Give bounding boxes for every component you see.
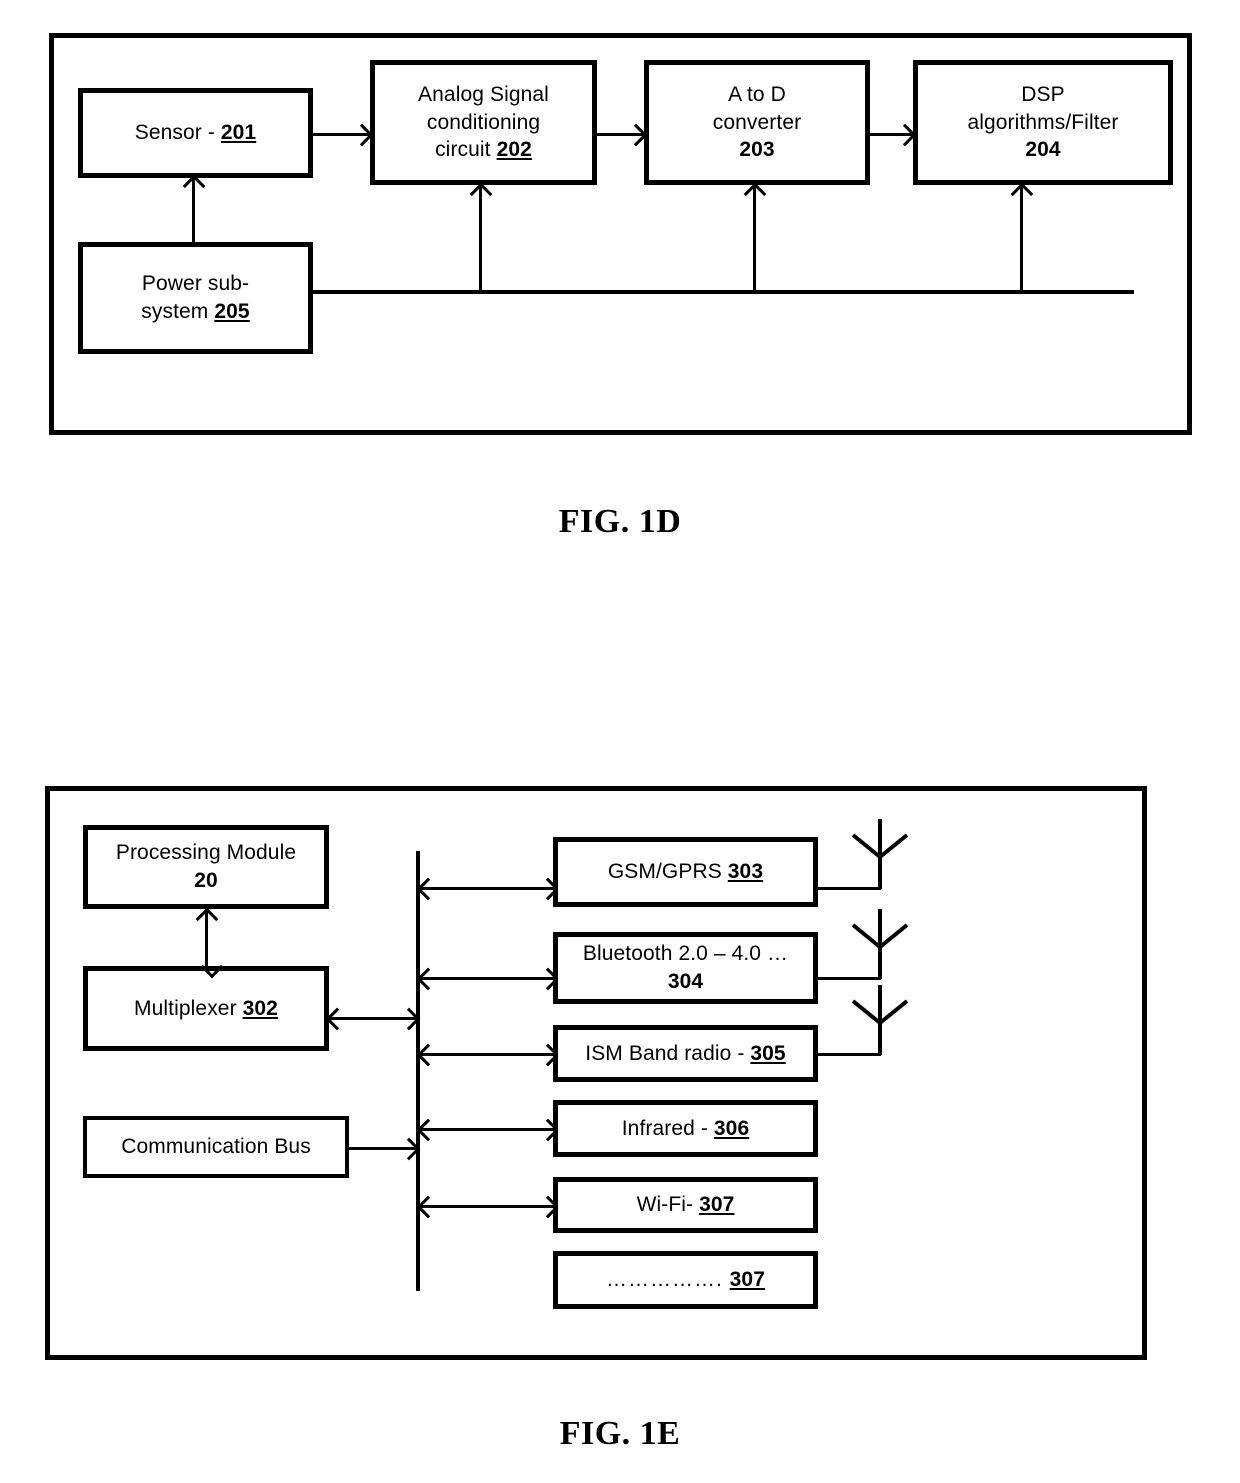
block-ism-band-radio: ISM Band radio - 305 xyxy=(553,1025,818,1082)
ref-304: 304 xyxy=(667,970,704,993)
block-processing-module: Processing Module 20 xyxy=(83,825,329,909)
block-power-line2: system 205 xyxy=(141,300,250,323)
fig-1d-frame: Sensor - 201 Analog Signal conditioning … xyxy=(49,33,1192,435)
block-other-label: ……………. 307 xyxy=(605,1268,765,1292)
block-dsp-line1: DSP xyxy=(1021,82,1065,106)
ref-305: 305 xyxy=(750,1041,786,1065)
block-adc-line1: A to D xyxy=(728,82,786,106)
block-communication-bus-label: Communication Bus xyxy=(121,1135,311,1159)
power-rail xyxy=(313,290,1134,294)
antenna-icon-bluetooth xyxy=(851,909,909,979)
block-dsp-line2: algorithms/Filter xyxy=(967,110,1119,134)
ref-306: 306 xyxy=(713,1116,750,1140)
block-analog-line1: Analog Signal xyxy=(418,82,549,106)
vertical-bus-line xyxy=(416,851,420,1291)
power-feed-adc xyxy=(753,186,756,293)
figure-sheet: Sensor - 201 Analog Signal conditioning … xyxy=(0,0,1240,1483)
connector-processing-to-multiplexer-up xyxy=(205,911,208,966)
block-sensor-label: Sensor - 201 xyxy=(134,121,257,145)
bus-arrow-wifi-left xyxy=(420,1205,556,1208)
ref-205: 205 xyxy=(214,300,250,323)
bus-arrow-ism-left xyxy=(420,1053,556,1056)
bus-arrow-bluetooth-left xyxy=(420,977,556,980)
block-analog-line3: circuit 202 xyxy=(435,138,532,162)
block-gsm-gprs: GSM/GPRS 303 xyxy=(553,837,818,907)
block-processing-label: Processing Module xyxy=(115,841,297,865)
block-dsp: DSP algorithms/Filter 204 xyxy=(913,60,1173,185)
block-power-line1: Power sub- xyxy=(141,272,250,296)
ref-204: 204 xyxy=(1025,138,1061,162)
power-feed-sensor xyxy=(192,178,195,244)
connector-analog-to-adc xyxy=(597,133,644,136)
block-infrared-label: Infrared - 306 xyxy=(621,1116,750,1140)
fig-1e-frame: Processing Module 20 Multiplexer 302 Com… xyxy=(45,786,1147,1360)
block-wifi-label: Wi-Fi- 307 xyxy=(636,1193,735,1217)
block-other-radio: ……………. 307 xyxy=(553,1251,818,1309)
block-multiplexer: Multiplexer 302 xyxy=(83,966,329,1051)
block-communication-bus: Communication Bus xyxy=(83,1116,349,1178)
ref-302: 302 xyxy=(242,996,278,1020)
block-ism-label: ISM Band radio - 305 xyxy=(585,1041,786,1065)
block-sensor: Sensor - 201 xyxy=(78,88,313,178)
ref-203: 203 xyxy=(739,138,775,162)
block-adc: A to D converter 203 xyxy=(644,60,870,185)
connector-sensor-to-analog xyxy=(313,133,370,136)
ref-20: 20 xyxy=(194,869,218,892)
connector-multiplexer-to-bus-left xyxy=(329,1017,417,1020)
bus-arrow-infrared-left xyxy=(420,1128,556,1131)
ref-201: 201 xyxy=(220,121,257,145)
bus-arrow-gsm-left xyxy=(420,887,556,890)
ref-303: 303 xyxy=(727,860,764,884)
block-gsm-label: GSM/GPRS 303 xyxy=(607,860,764,884)
connector-adc-to-dsp xyxy=(870,133,913,136)
block-adc-line2: converter xyxy=(712,110,802,134)
block-analog-conditioning: Analog Signal conditioning circuit 202 xyxy=(370,60,597,185)
antenna-icon-gsm xyxy=(851,819,909,889)
block-power-subsystem: Power sub- system 205 xyxy=(78,242,313,354)
block-analog-line2: conditioning xyxy=(426,110,541,134)
antenna-icon-ism xyxy=(851,985,909,1055)
power-feed-dsp xyxy=(1020,186,1023,293)
block-wifi: Wi-Fi- 307 xyxy=(553,1177,818,1233)
connector-commbus-to-bus xyxy=(349,1147,417,1150)
ref-307-wifi: 307 xyxy=(699,1193,735,1217)
power-feed-analog xyxy=(479,186,482,293)
block-multiplexer-label: Multiplexer 302 xyxy=(134,996,278,1020)
ref-202: 202 xyxy=(496,138,532,162)
block-bluetooth-label: Bluetooth 2.0 – 4.0 … xyxy=(582,942,789,966)
fig-1d-caption: FIG. 1D xyxy=(558,503,682,540)
ref-307-other: 307 xyxy=(729,1268,765,1292)
block-bluetooth: Bluetooth 2.0 – 4.0 … 304 xyxy=(553,932,818,1004)
block-infrared: Infrared - 306 xyxy=(553,1100,818,1157)
fig-1e-caption: FIG. 1E xyxy=(559,1415,681,1452)
